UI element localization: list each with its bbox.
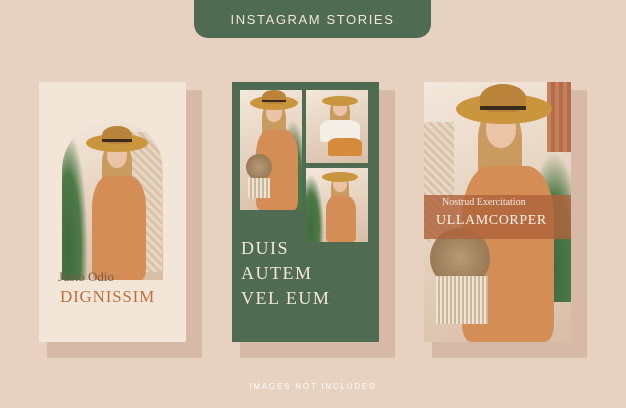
story1-script-text: Justo Odio [58, 269, 114, 284]
story2-card: DUIS AUTEM VEL EUM [232, 82, 379, 342]
story2-line1: DUIS [241, 238, 290, 258]
woman-figure [244, 90, 302, 210]
story2-photo-bottom-right [306, 168, 368, 242]
footer-note: IMAGES NOT INCLUDED [249, 382, 377, 391]
header-banner: INSTAGRAM STORIES [194, 0, 431, 38]
story3-card: Nostrud Exercitation ULLAMCORPER [424, 82, 571, 342]
story2-photo-top-right [306, 90, 368, 163]
woman-figure [318, 170, 362, 242]
story2-photo-left [240, 90, 302, 210]
story1-headline: DIGNISSIM [60, 287, 156, 306]
header-title: INSTAGRAM STORIES [230, 11, 395, 27]
story3-headline: ULLAMCORPER [436, 213, 547, 228]
woman-figure [82, 126, 152, 280]
story1-photo [62, 120, 163, 280]
woman-seated-figure [316, 94, 362, 162]
story2-line2: AUTEM [241, 263, 313, 283]
story2-line3: VEL EUM [241, 288, 331, 308]
story3-script-text: Nostrud Exercitation [442, 197, 526, 208]
story1-card: Justo Odio DIGNISSIM [39, 82, 186, 342]
